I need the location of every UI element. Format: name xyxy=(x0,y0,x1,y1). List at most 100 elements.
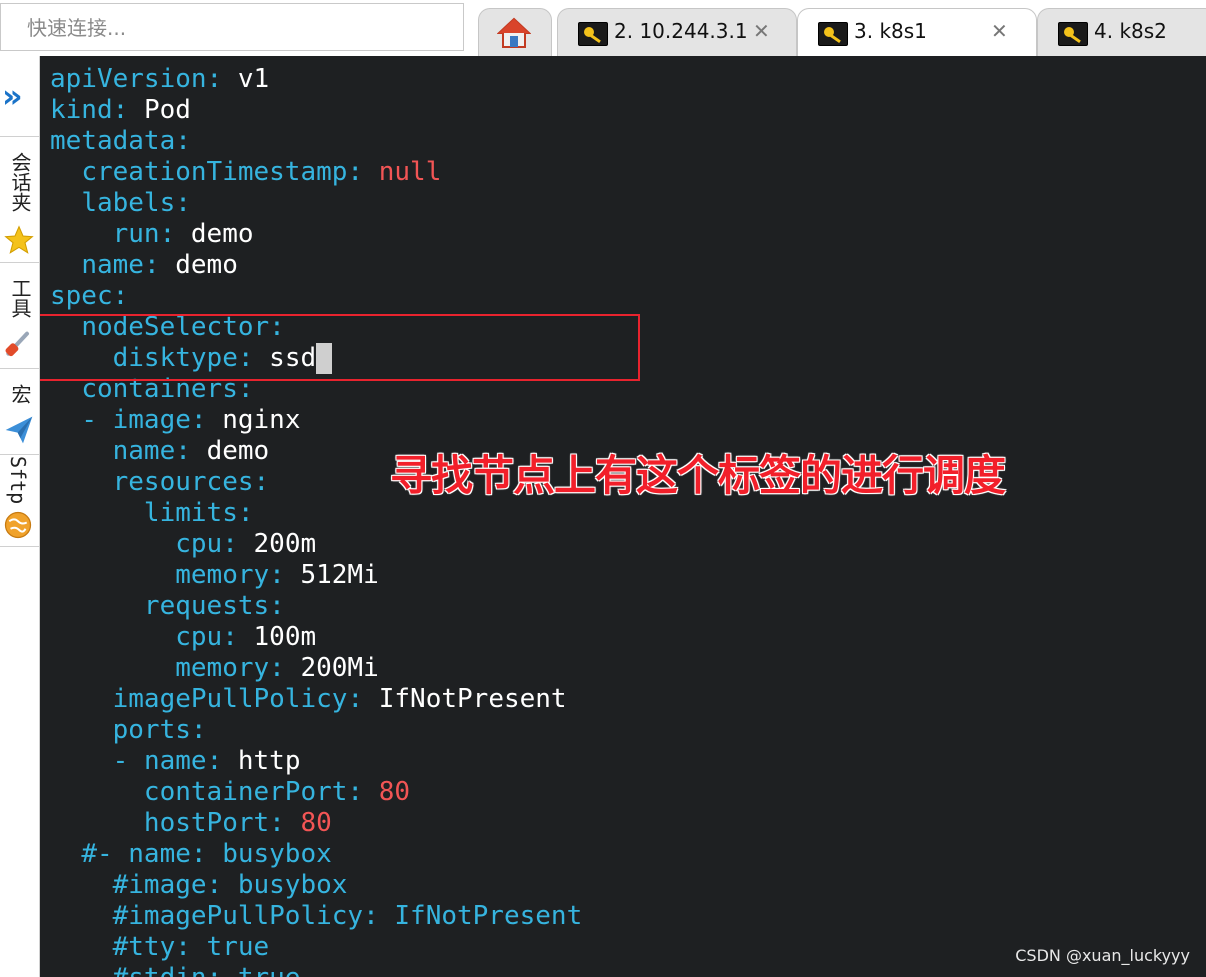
close-icon[interactable]: ✕ xyxy=(753,19,770,43)
code-token: #image: busybox xyxy=(112,870,348,900)
code-token: cpu xyxy=(175,622,223,652)
sidebar-item-label: Sftp xyxy=(6,456,30,505)
sidebar-item-label: 工具 xyxy=(8,278,32,318)
tab-label: 2. 10.244.3.1 xyxy=(614,19,748,43)
sidebar-item-tools[interactable]: 工具 xyxy=(0,264,40,366)
tab-session-2[interactable]: 2. 10.244.3.1 ✕ xyxy=(557,8,797,56)
code-token: : xyxy=(112,281,129,311)
code-line: - name: http xyxy=(50,746,582,777)
key-icon xyxy=(1058,22,1088,46)
sidebar-divider xyxy=(0,454,40,455)
code-token: memory xyxy=(175,653,270,683)
code-token: - xyxy=(81,405,113,435)
code-token: 200m xyxy=(253,529,317,559)
close-icon[interactable]: ✕ xyxy=(991,19,1008,43)
code-token: : xyxy=(347,157,379,187)
code-line: metadata: xyxy=(50,126,582,157)
code-token: 200Mi xyxy=(300,653,379,683)
code-token: : xyxy=(222,529,254,559)
code-line: containerPort: 80 xyxy=(50,777,582,808)
code-line: name: demo xyxy=(50,250,582,281)
sidebar-item-sessions[interactable]: 会话夹 xyxy=(0,138,40,260)
quick-connect-input[interactable]: 快速连接... xyxy=(0,3,464,51)
sidebar-item-label: 会话夹 xyxy=(8,152,32,212)
code-token: demo xyxy=(190,219,254,249)
code-line: kind: Pod xyxy=(50,95,582,126)
code-token: ports xyxy=(112,715,191,745)
code-line: creationTimestamp: null xyxy=(50,157,582,188)
code-token: Pod xyxy=(143,95,191,125)
wrench-icon xyxy=(5,331,29,357)
code-token: : xyxy=(112,95,144,125)
annotation-text: 寻找节点上有这个标签的进行调度 xyxy=(390,451,1006,500)
tab-home[interactable] xyxy=(478,8,552,56)
sidebar-item-macros[interactable]: 宏 xyxy=(0,370,40,452)
code-token: : xyxy=(143,250,176,280)
code-token: : xyxy=(253,467,270,497)
sidebar-divider xyxy=(0,368,40,369)
code-token: memory xyxy=(175,560,270,590)
code-token: : xyxy=(159,219,191,249)
code-token: cpu xyxy=(175,529,223,559)
code-token: apiVersion xyxy=(50,64,207,94)
code-token: resources xyxy=(112,467,254,497)
sidebar-item-label: 宏 xyxy=(8,384,32,404)
code-token: 80 xyxy=(300,808,332,838)
code-line: - image: nginx xyxy=(50,405,582,436)
code-line: run: demo xyxy=(50,219,582,250)
code-token: : xyxy=(175,436,207,466)
star-icon xyxy=(4,225,34,254)
code-token: : xyxy=(269,560,301,590)
code-line: #stdin: true xyxy=(50,963,582,977)
code-token: metadata xyxy=(50,126,176,156)
home-icon xyxy=(497,17,531,48)
code-line: ports: xyxy=(50,715,582,746)
code-token: : xyxy=(222,622,254,652)
highlight-box xyxy=(40,314,640,381)
yaml-editor[interactable]: apiVersion: v1 kind: Pod metadata: creatio… xyxy=(50,64,582,977)
code-token: : xyxy=(206,746,238,776)
code-token: : xyxy=(269,808,301,838)
watermark: CSDN @xuan_luckyyy xyxy=(1015,946,1190,965)
paper-plane-icon xyxy=(5,416,33,444)
code-token: spec xyxy=(50,281,113,311)
code-token: nginx xyxy=(222,405,301,435)
code-token: requests xyxy=(143,591,270,621)
double-chevron-icon[interactable]: » xyxy=(2,80,23,112)
sidebar-item-sftp[interactable]: Sftp xyxy=(0,456,40,548)
code-line: #tty: true xyxy=(50,932,582,963)
code-line: #imagePullPolicy: IfNotPresent xyxy=(50,901,583,932)
code-token: #tty: true xyxy=(112,932,270,962)
tab-label: 3. k8s1 xyxy=(854,19,927,43)
code-token: demo xyxy=(206,436,270,466)
tab-label: 4. k8s2 xyxy=(1094,19,1167,43)
code-token: : xyxy=(175,188,191,218)
code-line: imagePullPolicy: IfNotPresent xyxy=(50,684,582,715)
sidebar-divider xyxy=(0,136,40,137)
terminal-panel[interactable]: apiVersion: v1 kind: Pod metadata: creatio… xyxy=(40,56,1206,977)
tab-session-4[interactable]: 4. k8s2 xyxy=(1037,8,1206,56)
code-token: labels xyxy=(81,188,176,218)
code-line: memory: 512Mi xyxy=(50,560,582,591)
code-token: 512Mi xyxy=(300,560,379,590)
code-line: cpu: 100m xyxy=(50,622,582,653)
code-token: : xyxy=(269,653,301,683)
code-token: name xyxy=(143,746,207,776)
code-token: hostPort xyxy=(143,808,270,838)
quick-connect-placeholder: 快速连接... xyxy=(27,16,127,40)
code-token: : xyxy=(190,715,207,745)
tab-session-3[interactable]: 3. k8s1 ✕ xyxy=(797,8,1037,56)
